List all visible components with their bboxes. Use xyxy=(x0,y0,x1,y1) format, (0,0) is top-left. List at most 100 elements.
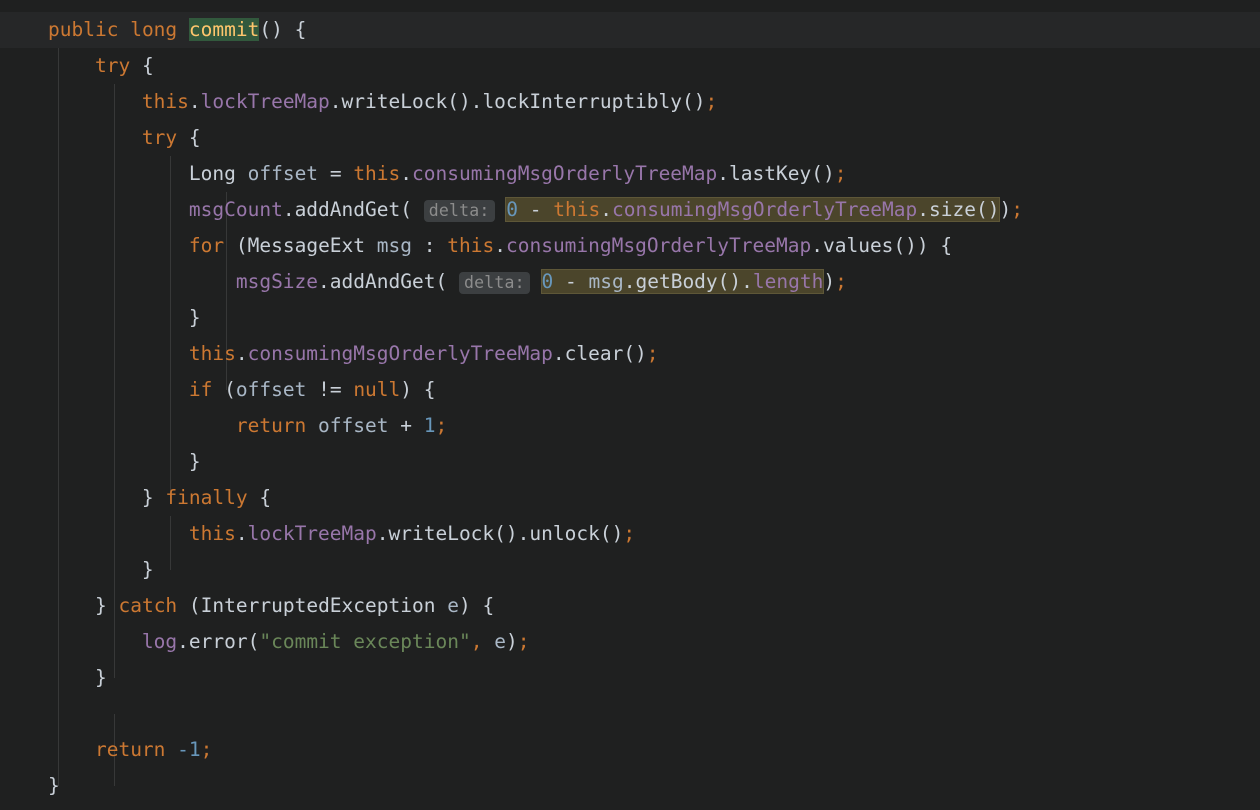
token-dot: . xyxy=(917,198,929,221)
code-line[interactable]: try { xyxy=(0,120,1260,156)
code-lines[interactable]: public long commit() { try { this.lockTr… xyxy=(0,12,1260,804)
code-line[interactable]: this.lockTreeMap.writeLock().lockInterru… xyxy=(0,84,1260,120)
token-keyword-for: for xyxy=(188,234,225,257)
token-brace-close: } xyxy=(188,450,201,473)
code-line[interactable]: return -1; xyxy=(0,732,1260,768)
token-field-consumingMsgOrderlyTreeMap: consumingMsgOrderlyTreeMap xyxy=(505,234,812,257)
token-punctuation: ) xyxy=(505,630,518,653)
token-keyword-return: return xyxy=(235,414,307,437)
token-keyword-null: null xyxy=(353,378,401,401)
token-field-msgSize: msgSize xyxy=(235,270,319,293)
token-variable-offset: offset xyxy=(318,414,389,437)
token-field-consumingMsgOrderlyTreeMap: consumingMsgOrderlyTreeMap xyxy=(247,342,553,365)
token-dot: . xyxy=(600,198,612,221)
token-dot: . xyxy=(494,234,506,257)
token-method-size: size xyxy=(929,198,976,221)
token-method-clear: clear xyxy=(564,342,624,365)
token-keyword-catch: catch xyxy=(118,594,178,617)
token-operator: + xyxy=(400,414,412,437)
token-semicolon: ; xyxy=(834,162,847,185)
token-punctuation: () xyxy=(975,198,1000,221)
token-punctuation: (). xyxy=(494,522,530,545)
code-line[interactable]: } xyxy=(0,660,1260,696)
selected-expression[interactable]: 0 - msg.getBody().length xyxy=(541,270,824,293)
token-semicolon: ; xyxy=(435,414,448,437)
code-line[interactable]: this.lockTreeMap.writeLock().unlock(); xyxy=(0,516,1260,552)
token-operator: != xyxy=(318,378,342,401)
token-brace-close: } xyxy=(141,558,154,581)
token-method-getBody: getBody xyxy=(635,270,718,293)
token-dot: . xyxy=(376,522,389,545)
code-line[interactable]: this.consumingMsgOrderlyTreeMap.clear(); xyxy=(0,336,1260,372)
token-method-values: values xyxy=(822,234,894,257)
code-line[interactable]: for (MessageExt msg : this.consumingMsgO… xyxy=(0,228,1260,264)
token-method-lastKey: lastKey xyxy=(729,162,812,185)
token-field-consumingMsgOrderlyTreeMap: consumingMsgOrderlyTreeMap xyxy=(412,162,718,185)
token-brace-close: } xyxy=(48,774,60,797)
code-line[interactable]: } finally { xyxy=(0,480,1260,516)
code-line[interactable]: public long commit() { xyxy=(0,12,1260,48)
token-field-msgCount: msgCount xyxy=(188,198,283,221)
code-line[interactable]: } xyxy=(0,300,1260,336)
token-dot: . xyxy=(282,198,295,221)
code-line[interactable]: } xyxy=(0,552,1260,588)
token-dot: . xyxy=(552,342,565,365)
token-punctuation: ( xyxy=(224,378,236,401)
code-line[interactable]: msgCount.addAndGet( delta: 0 - this.cons… xyxy=(0,192,1260,228)
code-line[interactable]: log.error("commit exception", e); xyxy=(0,624,1260,660)
token-semicolon: ; xyxy=(646,342,659,365)
code-line[interactable]: } catch (InterruptedException e) { xyxy=(0,588,1260,624)
token-dot: . xyxy=(717,162,730,185)
inlay-hint-delta[interactable]: delta: xyxy=(458,272,530,294)
code-line[interactable]: if (offset != null) { xyxy=(0,372,1260,408)
token-punctuation: ( xyxy=(247,630,260,653)
token-method-error: error xyxy=(188,630,248,653)
code-line[interactable]: Long offset = this.consumingMsgOrderlyTr… xyxy=(0,156,1260,192)
code-editor-viewport[interactable]: public long commit() { try { this.lockTr… xyxy=(0,0,1260,810)
token-method-unlock: unlock xyxy=(529,522,600,545)
token-semicolon: ; xyxy=(623,522,636,545)
token-keyword-if: if xyxy=(188,378,213,401)
token-operator: : xyxy=(423,234,436,257)
token-dot: . xyxy=(177,630,189,653)
token-method-addAndGet: addAndGet xyxy=(329,270,436,293)
token-keyword-try: try xyxy=(141,126,178,149)
code-line[interactable]: } xyxy=(0,768,1260,804)
inlay-hint-delta[interactable]: delta: xyxy=(423,200,495,222)
token-variable-msg: msg xyxy=(588,270,624,293)
token-method-writeLock: writeLock xyxy=(388,522,495,545)
code-line-blank[interactable] xyxy=(0,696,1260,732)
token-brace-open: { xyxy=(259,486,272,509)
token-punctuation: ( xyxy=(235,234,248,257)
token-method-writeLock: writeLock xyxy=(341,90,448,113)
token-brace-close: } xyxy=(188,306,201,329)
token-keyword-this: this xyxy=(188,522,236,545)
token-punctuation: ) xyxy=(823,270,836,293)
token-type-MessageExt: MessageExt xyxy=(247,234,366,257)
token-field-length: length xyxy=(752,270,824,293)
token-variable-offset: offset xyxy=(235,378,307,401)
token-type-Long: Long xyxy=(188,162,236,185)
token-method-addAndGet: addAndGet xyxy=(294,198,401,221)
token-dot: . xyxy=(329,90,342,113)
token-punctuation: (). xyxy=(447,90,483,113)
token-punctuation: () xyxy=(811,162,835,185)
token-brace-close: } xyxy=(141,486,154,509)
selected-expression[interactable]: 0 - this.consumingMsgOrderlyTreeMap.size… xyxy=(506,198,1000,221)
token-brace-close: } xyxy=(94,594,107,617)
token-number-zero: 0 xyxy=(506,198,519,221)
code-line[interactable]: msgSize.addAndGet( delta: 0 - msg.getBod… xyxy=(0,264,1260,300)
token-operator: - xyxy=(565,270,577,293)
token-keyword-long: long xyxy=(130,18,178,41)
code-line[interactable]: } xyxy=(0,444,1260,480)
code-line[interactable]: return offset + 1; xyxy=(0,408,1260,444)
token-dot: . xyxy=(811,234,823,257)
token-dot: . xyxy=(318,270,330,293)
token-keyword-return: return xyxy=(94,738,166,761)
code-line[interactable]: try { xyxy=(0,48,1260,84)
token-dot: . xyxy=(235,522,248,545)
token-operator: = xyxy=(329,162,342,185)
token-dot: . xyxy=(188,90,201,113)
token-punctuation: () xyxy=(599,522,624,545)
token-dot: . xyxy=(623,270,636,293)
